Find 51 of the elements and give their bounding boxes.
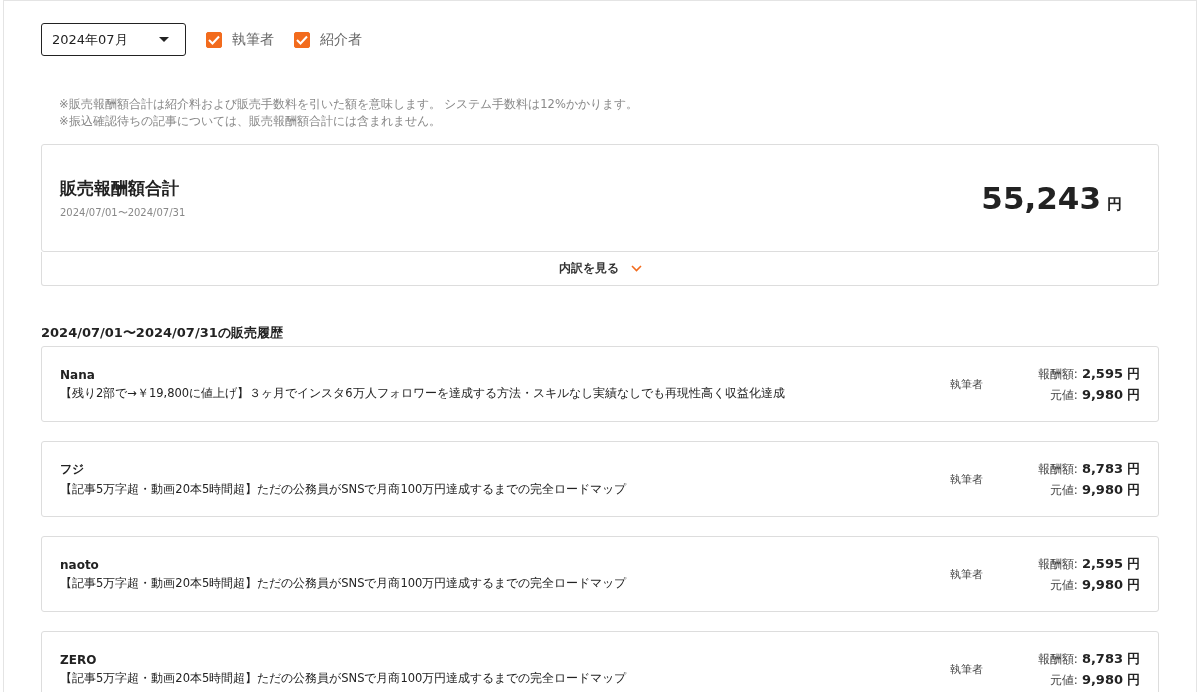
chevron-icon [630, 265, 642, 272]
price-label: 元値: [1049, 386, 1078, 404]
price-amount: 9,980 [1081, 671, 1123, 687]
reward-unit: 円 [1127, 554, 1140, 573]
reward-label: 報酬額: [1037, 555, 1078, 573]
summary-title: 販売報酬額合計 [60, 176, 180, 200]
price-label: 元値: [1049, 576, 1078, 594]
reward-unit: 円 [1127, 459, 1140, 478]
role-label: 執筆者 [232, 30, 274, 49]
article-title: 【残り2部で→￥19,800に値上げ】３ヶ月でインスタ6万人フォロワーを達成する方法・スキルなし実績なしでも再現性高く収益化達成 [60, 385, 786, 401]
price-amount: 9,980 [1081, 386, 1123, 402]
role-text: 執筆者 [950, 471, 984, 487]
reward-label: 報酬額: [1037, 460, 1078, 478]
summary-period: 2024/07/01〜2024/07/31 [60, 205, 186, 220]
breakdown-toggle[interactable]: 内訳を見る [41, 252, 1159, 286]
price-amount: 9,980 [1081, 481, 1123, 497]
reward-amount: 2,595 [1081, 365, 1123, 381]
role-checkbox[interactable] [294, 31, 310, 48]
buyer-name: フジ [60, 461, 85, 478]
reward-unit: 円 [1127, 364, 1140, 383]
reward-amount: 2,595 [1081, 555, 1123, 571]
role-checkbox[interactable] [206, 31, 222, 48]
price-label: 元値: [1049, 671, 1078, 689]
role-text: 執筆者 [950, 376, 984, 392]
buyer-name: naoto [60, 557, 100, 572]
reward-unit: 円 [1127, 649, 1140, 668]
price-unit: 円 [1127, 480, 1140, 499]
history-title: 2024/07/01〜2024/07/31の販売履歴 [41, 324, 284, 342]
note-text: ※振込確認待ちの記事については、販売報酬額合計には含まれません。 [59, 113, 442, 130]
buyer-name: ZERO [60, 652, 98, 667]
caret-icon [159, 37, 169, 42]
role-text: 執筆者 [950, 661, 984, 677]
reward-label: 報酬額: [1037, 365, 1078, 383]
role-label: 紹介者 [320, 30, 362, 49]
price-amount: 9,980 [1081, 576, 1123, 592]
price-label: 元値: [1049, 481, 1078, 499]
price-unit: 円 [1127, 575, 1140, 594]
article-title: 【記事5万字超・動画20本5時間超】ただの公務員がSNSで月商100万円達成するまでの完全ロードマップ [60, 575, 628, 591]
role-text: 執筆者 [950, 566, 984, 582]
reward-amount: 8,783 [1081, 460, 1123, 476]
reward-amount: 8,783 [1081, 650, 1123, 666]
total-unit: 円 [1107, 195, 1122, 214]
article-title: 【記事5万字超・動画20本5時間超】ただの公務員がSNSで月商100万円達成するまでの完全ロードマップ [60, 482, 628, 497]
month-dropdown[interactable]: 2024年07月 [41, 23, 186, 56]
total-amount: 55,243 [981, 180, 1101, 216]
article-title: 【記事5万字超・動画20本5時間超】ただの公務員がSNSで月商100万円達成するまでの完全ロードマップ [60, 670, 628, 686]
note-text: ※販売報酬額合計は紹介料および販売手数料を引いた額を意味します。 システム手数料は12%かかります。 [59, 96, 639, 113]
buyer-name: Nana [60, 367, 96, 382]
reward-label: 報酬額: [1037, 650, 1078, 668]
price-unit: 円 [1127, 670, 1140, 689]
price-unit: 円 [1127, 385, 1140, 404]
